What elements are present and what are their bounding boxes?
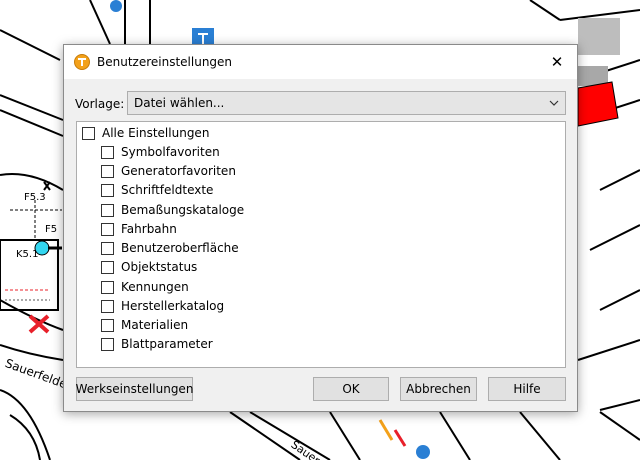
settings-dialog: Benutzereinstellungen ✕ Vorlage: Datei w… [63, 44, 578, 412]
checkbox-fahrbahn[interactable] [101, 222, 114, 236]
map-label-f5: F5 [45, 224, 58, 235]
map-label-f53: F5.3 [24, 192, 46, 203]
close-icon: ✕ [550, 53, 564, 71]
checkbox-label: Kennungen [121, 280, 189, 294]
checkbox-label: Schriftfeldtexte [121, 183, 214, 197]
checkbox-row-blattparameter[interactable]: Blattparameter [101, 336, 213, 352]
checkbox-row-bemassungskataloge[interactable]: Bemaßungskataloge [101, 202, 244, 218]
factory-settings-button[interactable]: Werkseinstellungen [76, 377, 193, 401]
ok-button[interactable]: OK [313, 377, 389, 401]
checkbox-label: Herstellerkatalog [121, 299, 225, 313]
checkbox-row-herstellerkatalog[interactable]: Herstellerkatalog [101, 298, 224, 314]
close-button[interactable]: ✕ [537, 45, 577, 79]
checkbox-row-kennungen[interactable]: Kennungen [101, 279, 189, 295]
checkbox-herstellerkatalog[interactable] [101, 299, 114, 313]
checkbox-kennungen[interactable] [101, 280, 114, 294]
dialog-title: Benutzereinstellungen [97, 55, 233, 69]
checkbox-schriftfeldtexte[interactable] [101, 183, 114, 197]
checkbox-bemassungskataloge[interactable] [101, 203, 114, 217]
checkbox-label: Materialien [121, 318, 189, 332]
checkbox-label: Blattparameter [121, 337, 213, 351]
vorlage-dropdown[interactable]: Datei wählen... [127, 91, 566, 115]
checkbox-row-objektstatus[interactable]: Objektstatus [101, 259, 197, 275]
checkbox-label: Fahrbahn [121, 222, 177, 236]
chevron-down-icon [549, 100, 559, 106]
checkbox-row-generatorfavoriten[interactable]: Generatorfavoriten [101, 163, 236, 179]
checkbox-label: Objektstatus [121, 260, 198, 274]
checkbox-label: Benutzeroberfläche [121, 241, 239, 255]
checkbox-row-fahrbahn[interactable]: Fahrbahn [101, 221, 177, 237]
checkbox-row-all[interactable]: Alle Einstellungen [82, 125, 209, 141]
settings-checkbox-list: Alle Einstellungen Symbolfavoriten Gener… [76, 121, 566, 368]
checkbox-label: Generatorfavoriten [121, 164, 236, 178]
checkbox-label-all: Alle Einstellungen [102, 126, 210, 140]
checkbox-objektstatus[interactable] [101, 260, 114, 274]
checkbox-all[interactable] [82, 126, 95, 140]
checkbox-blattparameter[interactable] [101, 337, 114, 351]
checkbox-label: Symbolfavoriten [121, 145, 220, 159]
checkbox-symbolfavoriten[interactable] [101, 145, 114, 159]
cancel-button[interactable]: Abbrechen [400, 377, 477, 401]
checkbox-row-schriftfeldtexte[interactable]: Schriftfeldtexte [101, 182, 213, 198]
app-logo-icon [74, 54, 90, 70]
map-label-k51: K5.1 [16, 249, 39, 260]
vorlage-value: Datei wählen... [134, 96, 225, 110]
checkbox-generatorfavoriten[interactable] [101, 164, 114, 178]
vorlage-label: Vorlage: [75, 97, 125, 111]
checkbox-row-benutzeroberflaeche[interactable]: Benutzeroberfläche [101, 240, 239, 256]
checkbox-row-symbolfavoriten[interactable]: Symbolfavoriten [101, 144, 220, 160]
checkbox-materialien[interactable] [101, 318, 114, 332]
checkbox-label: Bemaßungskataloge [121, 203, 245, 217]
checkbox-benutzeroberflaeche[interactable] [101, 241, 114, 255]
checkbox-row-materialien[interactable]: Materialien [101, 317, 188, 333]
help-button[interactable]: Hilfe [488, 377, 566, 401]
dialog-titlebar[interactable]: Benutzereinstellungen ✕ [64, 45, 577, 79]
